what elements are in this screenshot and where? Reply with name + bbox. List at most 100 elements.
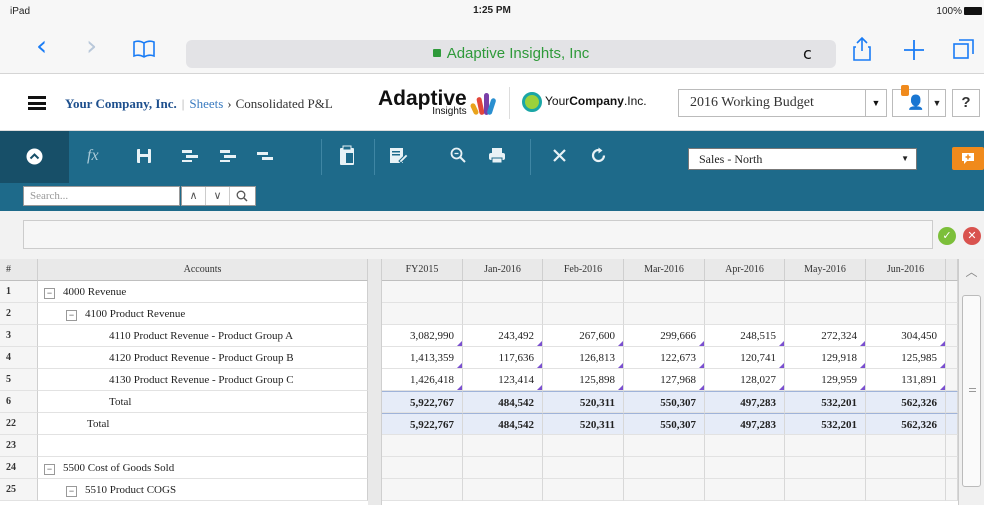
row-number[interactable]: 22 — [0, 413, 38, 435]
column-header[interactable]: Feb-2016 — [543, 259, 624, 281]
row-number[interactable]: 2 — [0, 303, 38, 325]
value-cell[interactable] — [624, 435, 705, 457]
refresh-icon[interactable] — [591, 147, 607, 164]
total-cell[interactable]: 5,922,767 — [382, 413, 463, 435]
search-icon[interactable] — [230, 187, 254, 205]
account-cell[interactable]: −5500 Cost of Goods Sold — [38, 457, 368, 479]
value-cell[interactable]: 127,968 — [624, 369, 705, 391]
chevron-down-icon[interactable]: ▼ — [928, 90, 945, 116]
value-cell[interactable] — [463, 281, 543, 303]
level-select[interactable]: Sales - North ▼ — [688, 148, 917, 170]
forward-icon[interactable]: › — [86, 32, 97, 60]
value-cell[interactable] — [866, 457, 946, 479]
total-cell[interactable]: 497,283 — [705, 413, 785, 435]
value-cell[interactable] — [866, 303, 946, 325]
row-number[interactable]: 4 — [0, 347, 38, 369]
search-input[interactable]: Search... — [23, 186, 180, 206]
value-cell[interactable] — [382, 303, 463, 325]
paste-icon[interactable] — [339, 145, 355, 166]
column-header[interactable]: Apr-2016 — [705, 259, 785, 281]
value-cell[interactable] — [463, 435, 543, 457]
print-icon[interactable] — [488, 147, 506, 164]
indent-icon[interactable] — [181, 149, 199, 163]
account-cell[interactable]: −4000 Revenue — [38, 281, 368, 303]
total-cell[interactable]: 484,542 — [463, 391, 543, 413]
value-cell[interactable] — [866, 435, 946, 457]
value-cell[interactable] — [785, 303, 866, 325]
total-cell[interactable]: 550,307 — [624, 413, 705, 435]
row-number[interactable]: 1 — [0, 281, 38, 303]
outdent-icon[interactable] — [219, 149, 237, 163]
total-cell[interactable]: 484,542 — [463, 413, 543, 435]
value-cell[interactable] — [785, 479, 866, 501]
value-cell[interactable]: 125,985 — [866, 347, 946, 369]
value-cell[interactable] — [382, 457, 463, 479]
value-cell[interactable]: 3,082,990 — [382, 325, 463, 347]
value-cell[interactable] — [624, 303, 705, 325]
value-cell[interactable]: 117,636 — [463, 347, 543, 369]
value-cell[interactable]: 120,741 — [705, 347, 785, 369]
value-cell[interactable] — [705, 281, 785, 303]
row-number[interactable]: 5 — [0, 369, 38, 391]
value-cell[interactable]: 125,898 — [543, 369, 624, 391]
value-cell[interactable] — [382, 479, 463, 501]
value-cell[interactable]: 123,414 — [463, 369, 543, 391]
total-cell[interactable]: 520,311 — [543, 391, 624, 413]
zoom-icon[interactable] — [450, 147, 466, 164]
row-number[interactable]: 6 — [0, 391, 38, 413]
vertical-scrollbar[interactable]: ︿ — [958, 259, 984, 505]
save-icon[interactable] — [136, 148, 152, 164]
comment-button[interactable] — [952, 147, 984, 170]
row-number[interactable]: 23 — [0, 435, 38, 457]
value-cell[interactable] — [543, 435, 624, 457]
collapse-icon[interactable] — [26, 148, 43, 165]
column-header[interactable]: May-2016 — [785, 259, 866, 281]
account-cell[interactable]: Total — [38, 413, 368, 435]
chevron-down-icon[interactable]: ▼ — [865, 89, 887, 117]
menu-icon[interactable] — [28, 96, 46, 110]
total-cell[interactable]: 5,922,767 — [382, 391, 463, 413]
share-icon[interactable] — [852, 36, 872, 62]
total-cell[interactable]: 562,326 — [866, 391, 946, 413]
value-cell[interactable]: 1,426,418 — [382, 369, 463, 391]
account-cell[interactable]: Total — [38, 391, 368, 413]
row-number[interactable]: 25 — [0, 479, 38, 501]
value-cell[interactable] — [463, 479, 543, 501]
pane-splitter[interactable] — [368, 259, 382, 505]
value-cell[interactable] — [543, 479, 624, 501]
formula-icon[interactable]: fx — [87, 147, 99, 165]
row-number[interactable]: 3 — [0, 325, 38, 347]
account-cell[interactable]: 4130 Product Revenue - Product Group C — [38, 369, 368, 391]
column-header[interactable]: Jan-2016 — [463, 259, 543, 281]
value-cell[interactable] — [624, 457, 705, 479]
value-cell[interactable]: 1,413,359 — [382, 347, 463, 369]
collapse-toggle-icon[interactable]: − — [44, 464, 55, 475]
collapse-toggle-icon[interactable]: − — [44, 288, 55, 299]
formula-input[interactable] — [23, 220, 933, 249]
tabs-icon[interactable] — [952, 37, 976, 61]
account-cell[interactable]: 4110 Product Revenue - Product Group A — [38, 325, 368, 347]
account-cell[interactable]: −5510 Product COGS — [38, 479, 368, 501]
total-cell[interactable]: 532,201 — [785, 413, 866, 435]
value-cell[interactable]: 126,813 — [543, 347, 624, 369]
value-cell[interactable] — [624, 479, 705, 501]
value-cell[interactable]: 122,673 — [624, 347, 705, 369]
value-cell[interactable]: 128,027 — [705, 369, 785, 391]
user-menu-button[interactable]: 👤 ▼ — [892, 85, 946, 117]
new-tab-icon[interactable] — [903, 39, 925, 61]
value-cell[interactable]: 129,959 — [785, 369, 866, 391]
total-cell[interactable]: 562,326 — [866, 413, 946, 435]
value-cell[interactable] — [543, 281, 624, 303]
column-header[interactable]: Mar-2016 — [624, 259, 705, 281]
value-cell[interactable] — [705, 479, 785, 501]
value-cell[interactable]: 299,666 — [624, 325, 705, 347]
help-button[interactable]: ? — [952, 89, 980, 117]
value-cell[interactable] — [785, 281, 866, 303]
reload-icon[interactable]: c — [803, 40, 812, 68]
value-cell[interactable] — [785, 457, 866, 479]
value-cell[interactable] — [543, 457, 624, 479]
value-cell[interactable]: 129,918 — [785, 347, 866, 369]
value-cell[interactable] — [785, 435, 866, 457]
scroll-up-icon[interactable]: ︿ — [959, 259, 984, 291]
value-cell[interactable] — [543, 303, 624, 325]
